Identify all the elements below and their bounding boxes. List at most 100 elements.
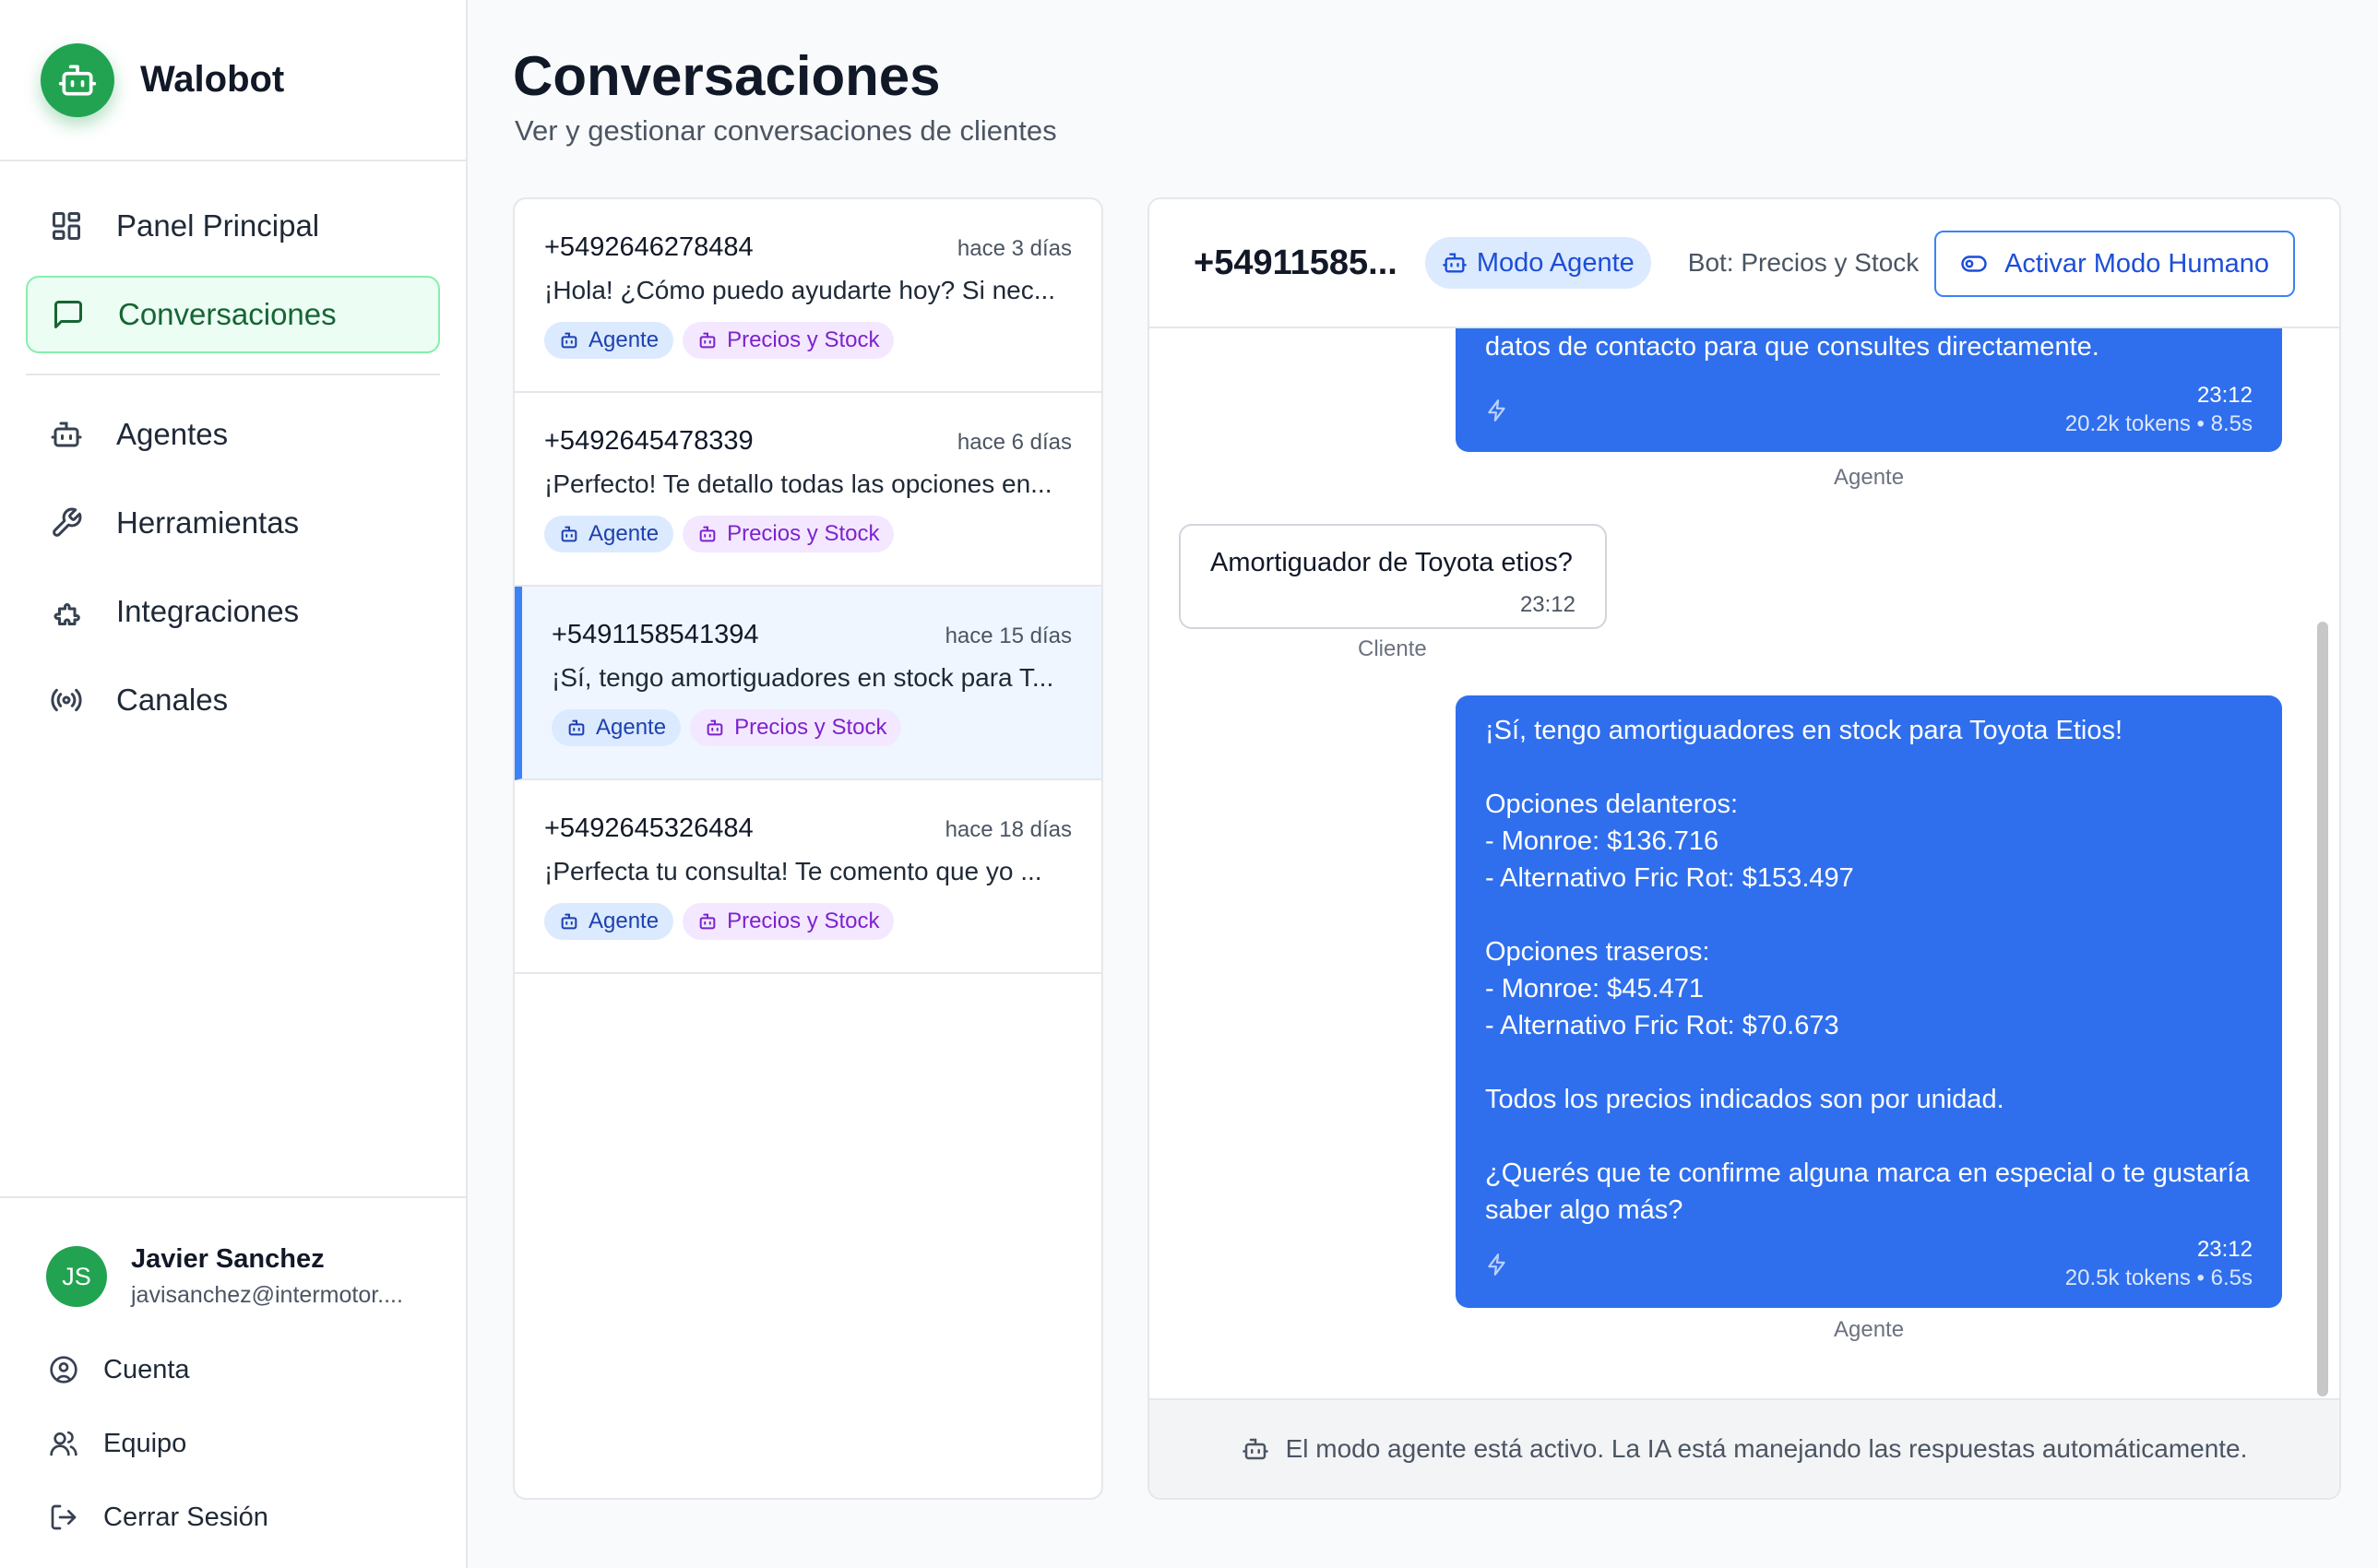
user-name: Javier Sanchez (131, 1244, 325, 1274)
conversation-item[interactable]: +5492645478339 hace 6 días ¡Perfecto! Te… (515, 393, 1101, 587)
agent-tag: Agente (544, 903, 674, 940)
message-tokens: 20.2k tokens • 8.5s (2064, 411, 2253, 436)
agent-message: datos de contacto para que consultes dir… (1456, 328, 2282, 452)
robot-icon (559, 524, 579, 544)
sender-label: Agente (1834, 465, 1905, 490)
chat-panel: +54911585... Modo Agente Bot: Precios y … (1147, 197, 2341, 1500)
grid-icon (48, 208, 85, 244)
equipo-link[interactable]: Equipo (48, 1407, 466, 1480)
message-line: saber algo más? (1485, 1195, 1683, 1225)
user-profile[interactable]: JS Javier Sanchez javisanchez@intermotor… (46, 1244, 466, 1309)
message-line: Todos los precios indicados son por unid… (1485, 1085, 2004, 1114)
conversation-item[interactable]: +5492646278484 hace 3 días ¡Hola! ¿Cómo … (515, 199, 1101, 393)
avatar: JS (46, 1246, 107, 1307)
nav-item-label: Agentes (116, 417, 229, 451)
conversation-phone: +5492646278484 (544, 232, 754, 262)
agent-message: ¡Sí, tengo amortiguadores en stock para … (1456, 695, 2282, 1308)
agent-tag-label: Agente (596, 715, 667, 740)
user-panel: JS Javier Sanchez javisanchez@intermotor… (0, 1196, 466, 1568)
agent-tag-label: Agente (589, 909, 660, 933)
nav-divider (26, 374, 440, 375)
conversation-item-selected[interactable]: +5491158541394 hace 15 días ¡Sí, tengo a… (515, 587, 1101, 780)
agent-tag-label: Agente (589, 521, 660, 546)
bolt-icon (1485, 1253, 1509, 1277)
conversation-time: hace 3 días (957, 236, 1072, 261)
conversation-list: +5492646278484 hace 3 días ¡Hola! ¿Cómo … (513, 197, 1103, 1500)
user-email: javisanchez@intermotor.... (131, 1282, 403, 1308)
bot-label: Bot: Precios y Stock (1687, 248, 1920, 277)
sender-label: Agente (1834, 1317, 1905, 1342)
message-time: 23:12 (1519, 592, 1575, 617)
nav-item-canales[interactable]: Canales (26, 661, 440, 739)
mode-label: Modo Agente (1476, 247, 1635, 278)
app-name: Walobot (140, 59, 285, 100)
bolt-icon (1485, 398, 1509, 422)
agent-tag-label: Agente (589, 327, 660, 352)
nav-item-label: Herramientas (116, 505, 300, 540)
page-title: Conversaciones (513, 45, 941, 107)
robot-icon (48, 416, 85, 453)
conversation-phone: +5492645326484 (544, 814, 754, 843)
conversation-time: hace 18 días (945, 817, 1072, 842)
conversation-time: hace 6 días (957, 430, 1072, 455)
equipo-label: Equipo (103, 1428, 187, 1458)
main-nav: Panel Principal Conversaciones Agentes H… (0, 161, 466, 739)
toggle-icon (1960, 250, 1988, 278)
bot-tag: Precios y Stock (690, 709, 902, 746)
nav-item-herramientas[interactable]: Herramientas (26, 484, 440, 562)
nav-item-label: Canales (116, 683, 229, 717)
message-thread: datos de contacto para que consultes dir… (1149, 328, 2339, 1413)
user-info: Javier Sanchez javisanchez@intermotor...… (131, 1244, 403, 1309)
broadcast-icon (48, 682, 85, 719)
brand-header: Walobot (0, 0, 466, 161)
message-line: - Monroe: $45.471 (1485, 974, 1704, 1004)
user-links: Cuenta Equipo Cerrar Sesión (48, 1333, 466, 1554)
conversation-time: hace 15 días (945, 624, 1072, 648)
conversation-phone: +5491158541394 (552, 620, 759, 649)
chat-phone: +54911585... (1194, 243, 1397, 282)
agent-tag: Agente (544, 516, 674, 552)
nav-item-agentes[interactable]: Agentes (26, 396, 440, 473)
agent-mode-footer: El modo agente está activo. La IA está m… (1149, 1398, 2339, 1498)
logout-icon (48, 1502, 79, 1533)
puzzle-icon (48, 593, 85, 630)
bot-tag-label: Precios y Stock (727, 327, 880, 352)
robot-icon (559, 330, 579, 350)
bot-tag-label: Precios y Stock (727, 909, 880, 933)
robot-icon (697, 524, 718, 544)
robot-icon (559, 911, 579, 932)
message-time: 23:12 (2196, 1237, 2253, 1262)
nav-item-label: Conversaciones (118, 297, 337, 331)
robot-icon (697, 330, 718, 350)
nav-item-panel-principal[interactable]: Panel Principal (26, 187, 440, 265)
conversation-phone: +5492645478339 (544, 426, 754, 456)
agent-tag: Agente (544, 322, 674, 359)
page-subtitle: Ver y gestionar conversaciones de client… (515, 114, 1057, 147)
cerrar-sesion-link[interactable]: Cerrar Sesión (48, 1480, 466, 1554)
chat-scrollbar[interactable] (2317, 622, 2328, 1396)
robot-icon (697, 911, 718, 932)
conversation-preview: ¡Perfecta tu consulta! Te comento que yo… (544, 857, 1042, 885)
message-line: - Monroe: $136.716 (1485, 826, 1719, 856)
sidebar: Walobot Panel Principal Conversaciones A… (0, 0, 468, 1568)
message-time: 23:12 (2196, 383, 2253, 408)
robot-icon (1242, 1435, 1269, 1463)
cuenta-label: Cuenta (103, 1354, 190, 1384)
nav-item-integraciones[interactable]: Integraciones (26, 573, 440, 650)
agent-mode-footer-text: El modo agente está activo. La IA está m… (1285, 1434, 2248, 1463)
conversation-preview: ¡Hola! ¿Cómo puedo ayudarte hoy? Si nec.… (544, 276, 1056, 304)
users-icon (48, 1428, 79, 1459)
user-circle-icon (48, 1354, 79, 1385)
robot-icon (1442, 250, 1468, 276)
cuenta-link[interactable]: Cuenta (48, 1333, 466, 1407)
bot-tag: Precios y Stock (683, 903, 895, 940)
bot-tag: Precios y Stock (683, 516, 895, 552)
robot-icon (566, 718, 587, 738)
conversation-item[interactable]: +5492645326484 hace 18 días ¡Perfecta tu… (515, 780, 1101, 974)
activate-human-mode-button[interactable]: Activar Modo Humano (1934, 231, 2295, 297)
nav-item-conversaciones[interactable]: Conversaciones (26, 276, 440, 353)
nav-item-label: Panel Principal (116, 208, 320, 243)
agent-tag: Agente (552, 709, 682, 746)
message-line: - Alternativo Fric Rot: $153.497 (1485, 863, 1854, 893)
message-line: - Alternativo Fric Rot: $70.673 (1485, 1011, 1839, 1040)
